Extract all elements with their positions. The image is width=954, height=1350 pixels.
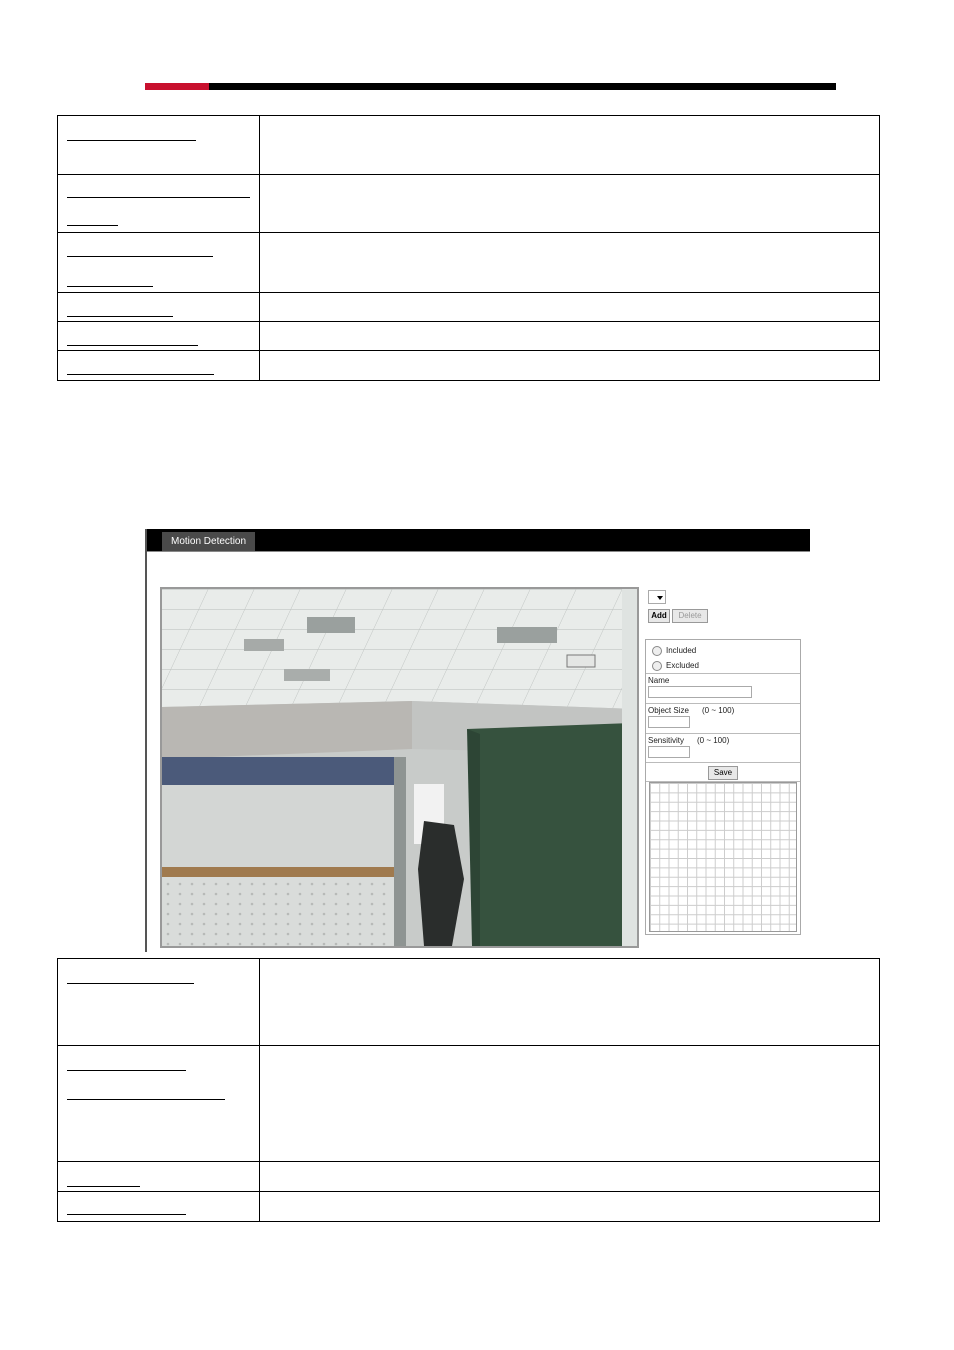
table-row <box>57 1045 880 1162</box>
object-size-range: (0 ~ 100) <box>702 706 735 715</box>
table-row <box>57 958 880 1046</box>
save-button[interactable]: Save <box>708 766 738 780</box>
delete-button[interactable]: Delete <box>672 609 708 623</box>
description-cell <box>259 115 880 175</box>
included-label: Included <box>666 646 697 655</box>
detection-grid[interactable] <box>649 782 797 932</box>
chevron-down-icon <box>657 596 663 600</box>
divider <box>646 762 800 763</box>
motion-detection-screenshot: Motion Detection Add Delete Included Exc… <box>145 529 810 952</box>
window-select[interactable] <box>648 590 666 604</box>
office-camera-image <box>162 589 637 946</box>
label-cell <box>57 958 260 1046</box>
description-cell <box>259 1161 880 1192</box>
label-cell <box>57 350 260 381</box>
label-cell <box>57 321 260 351</box>
label-cell <box>57 115 260 175</box>
add-button[interactable]: Add <box>648 609 670 623</box>
table-row <box>57 232 880 293</box>
object-size-input[interactable] <box>648 716 690 728</box>
window-settings-panel: Included Excluded Name Object Size (0 ~ … <box>645 639 801 935</box>
excluded-radio[interactable] <box>652 661 662 671</box>
label-cell <box>57 1191 260 1222</box>
description-cell <box>259 1191 880 1222</box>
description-cell <box>259 350 880 381</box>
table-row <box>57 1161 880 1192</box>
header-rule-black <box>209 83 836 90</box>
sensitivity-input[interactable] <box>648 746 690 758</box>
description-cell <box>259 958 880 1046</box>
camera-live-view[interactable] <box>160 587 639 948</box>
tab-bar: Motion Detection <box>147 529 810 551</box>
sensitivity-label: Sensitivity <box>648 736 685 745</box>
label-cell <box>57 232 260 293</box>
table-row <box>57 174 880 233</box>
table-row <box>57 115 880 175</box>
description-cell <box>259 1045 880 1162</box>
table-row <box>57 1191 880 1222</box>
divider <box>646 673 800 674</box>
tab-motion-detection[interactable]: Motion Detection <box>162 532 256 551</box>
description-cell <box>259 321 880 351</box>
description-cell <box>259 292 880 322</box>
label-cell <box>57 292 260 322</box>
table-row <box>57 292 880 322</box>
divider <box>646 733 800 734</box>
description-cell <box>259 174 880 233</box>
divider <box>646 703 800 704</box>
top-parameter-table <box>57 115 880 381</box>
tab-divider <box>147 551 810 552</box>
name-input[interactable] <box>648 686 752 698</box>
label-cell <box>57 1161 260 1192</box>
sensitivity-range: (0 ~ 100) <box>697 736 730 745</box>
header-accent-red <box>145 83 209 90</box>
label-cell <box>57 1045 260 1162</box>
included-radio[interactable] <box>652 646 662 656</box>
excluded-label: Excluded <box>666 661 699 670</box>
motion-controls: Add Delete Included Excluded Name Object… <box>645 587 805 947</box>
name-label: Name <box>648 676 670 685</box>
label-cell <box>57 174 260 233</box>
bottom-parameter-table <box>57 958 880 1222</box>
table-row <box>57 350 880 381</box>
table-row <box>57 321 880 351</box>
description-cell <box>259 232 880 293</box>
object-size-label: Object Size <box>648 706 689 715</box>
